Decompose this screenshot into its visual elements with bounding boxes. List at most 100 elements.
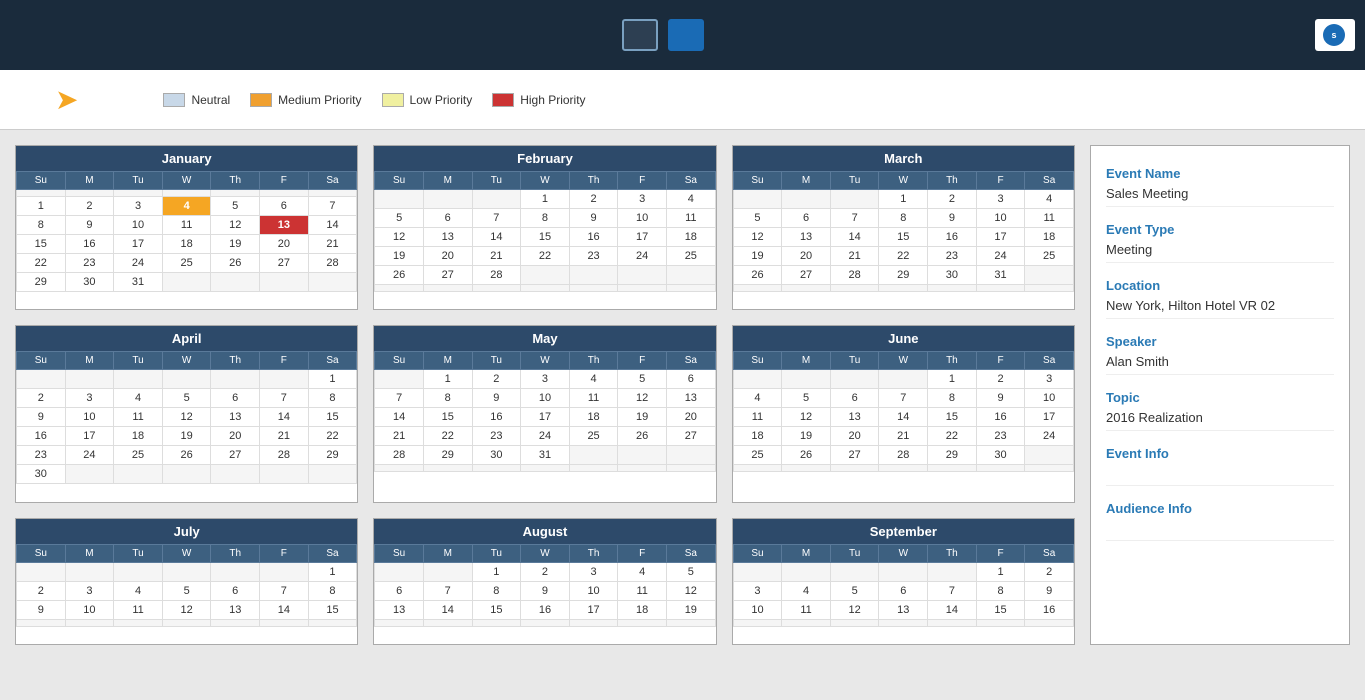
cal-day[interactable]: 20 — [260, 235, 309, 254]
cal-day[interactable]: 27 — [260, 254, 309, 273]
cal-day[interactable] — [162, 562, 211, 581]
cal-day[interactable] — [260, 619, 309, 626]
cal-day[interactable]: 22 — [879, 247, 928, 266]
cal-day[interactable]: 15 — [879, 228, 928, 247]
cal-day[interactable]: 9 — [472, 389, 521, 408]
cal-day[interactable]: 24 — [976, 247, 1025, 266]
cal-day[interactable] — [521, 266, 570, 285]
cal-day[interactable]: 14 — [260, 600, 309, 619]
cal-day[interactable]: 11 — [1025, 209, 1074, 228]
cal-day[interactable]: 8 — [423, 389, 472, 408]
cal-day[interactable]: 17 — [521, 408, 570, 427]
cal-day[interactable]: 3 — [733, 581, 782, 600]
cal-day[interactable] — [618, 465, 667, 472]
cal-day[interactable]: 18 — [162, 235, 211, 254]
cal-day[interactable]: 16 — [1025, 600, 1074, 619]
cal-day[interactable]: 10 — [733, 600, 782, 619]
cal-day[interactable]: 22 — [423, 427, 472, 446]
cal-day[interactable] — [618, 446, 667, 465]
cal-day[interactable]: 15 — [423, 408, 472, 427]
cal-day[interactable] — [733, 370, 782, 389]
cal-day[interactable]: 30 — [976, 446, 1025, 465]
cal-day[interactable]: 1 — [521, 190, 570, 209]
cal-day[interactable]: 23 — [472, 427, 521, 446]
cal-day[interactable]: 13 — [211, 408, 260, 427]
cal-day[interactable]: 4 — [782, 581, 831, 600]
cal-day[interactable]: 13 — [211, 600, 260, 619]
cal-day[interactable] — [879, 465, 928, 472]
cal-day[interactable]: 6 — [879, 581, 928, 600]
cal-day[interactable]: 14 — [423, 600, 472, 619]
cal-day[interactable]: 24 — [65, 446, 114, 465]
cal-day[interactable]: 9 — [569, 209, 618, 228]
cal-day[interactable]: 30 — [472, 446, 521, 465]
cal-day[interactable] — [114, 619, 163, 626]
cal-day[interactable]: 1 — [879, 190, 928, 209]
cal-day[interactable]: 14 — [928, 600, 977, 619]
cal-day[interactable] — [569, 446, 618, 465]
cal-day[interactable] — [1025, 619, 1074, 626]
cal-day[interactable]: 8 — [928, 389, 977, 408]
cal-day[interactable]: 3 — [114, 197, 163, 216]
cal-day[interactable]: 25 — [1025, 247, 1074, 266]
cal-day[interactable]: 8 — [879, 209, 928, 228]
cal-day[interactable] — [472, 465, 521, 472]
cal-day[interactable] — [618, 619, 667, 626]
cal-day[interactable]: 17 — [976, 228, 1025, 247]
cal-day[interactable] — [666, 465, 715, 472]
cal-day[interactable] — [733, 190, 782, 209]
cal-day[interactable] — [211, 273, 260, 292]
cal-day[interactable] — [1025, 266, 1074, 285]
cal-day[interactable]: 17 — [618, 228, 667, 247]
cal-day[interactable]: 3 — [65, 389, 114, 408]
cal-day[interactable]: 6 — [830, 389, 879, 408]
cal-day[interactable] — [375, 465, 424, 472]
cal-day[interactable]: 11 — [569, 389, 618, 408]
cal-day[interactable]: 25 — [162, 254, 211, 273]
cal-day[interactable]: 26 — [375, 266, 424, 285]
cal-day[interactable]: 2 — [17, 581, 66, 600]
cal-day[interactable] — [569, 465, 618, 472]
cal-day[interactable]: 6 — [211, 581, 260, 600]
cal-day[interactable]: 23 — [928, 247, 977, 266]
cal-day[interactable]: 8 — [521, 209, 570, 228]
cal-day[interactable]: 19 — [782, 427, 831, 446]
cal-day[interactable]: 15 — [308, 600, 357, 619]
cal-day[interactable] — [375, 190, 424, 209]
cal-day[interactable]: 12 — [666, 581, 715, 600]
cal-day[interactable]: 8 — [17, 216, 66, 235]
cal-day[interactable]: 3 — [1025, 370, 1074, 389]
cal-day[interactable]: 4 — [618, 562, 667, 581]
cal-day[interactable] — [879, 619, 928, 626]
cal-day[interactable]: 4 — [666, 190, 715, 209]
cal-day[interactable] — [830, 619, 879, 626]
cal-day[interactable]: 26 — [782, 446, 831, 465]
cal-day[interactable] — [1025, 465, 1074, 472]
cal-day[interactable] — [521, 285, 570, 292]
cal-day[interactable]: 13 — [666, 389, 715, 408]
cal-day[interactable]: 19 — [666, 600, 715, 619]
cal-day[interactable]: 15 — [521, 228, 570, 247]
cal-day[interactable] — [308, 465, 357, 484]
cal-day[interactable] — [423, 285, 472, 292]
cal-day[interactable] — [114, 562, 163, 581]
cal-day[interactable]: 27 — [782, 266, 831, 285]
cal-day[interactable] — [666, 266, 715, 285]
cal-day[interactable]: 13 — [782, 228, 831, 247]
cal-day[interactable]: 16 — [472, 408, 521, 427]
cal-day[interactable] — [308, 619, 357, 626]
cal-day[interactable] — [521, 619, 570, 626]
cal-day[interactable]: 11 — [114, 600, 163, 619]
cal-day[interactable] — [308, 190, 357, 197]
cal-day[interactable]: 25 — [114, 446, 163, 465]
cal-day[interactable]: 6 — [666, 370, 715, 389]
cal-day[interactable] — [423, 465, 472, 472]
cal-day[interactable] — [879, 370, 928, 389]
cal-day[interactable] — [666, 446, 715, 465]
cal-day[interactable]: 9 — [1025, 581, 1074, 600]
cal-day[interactable] — [260, 465, 309, 484]
cal-day[interactable] — [17, 190, 66, 197]
cal-day[interactable] — [618, 285, 667, 292]
cal-day[interactable]: 17 — [1025, 408, 1074, 427]
cal-day[interactable]: 29 — [17, 273, 66, 292]
